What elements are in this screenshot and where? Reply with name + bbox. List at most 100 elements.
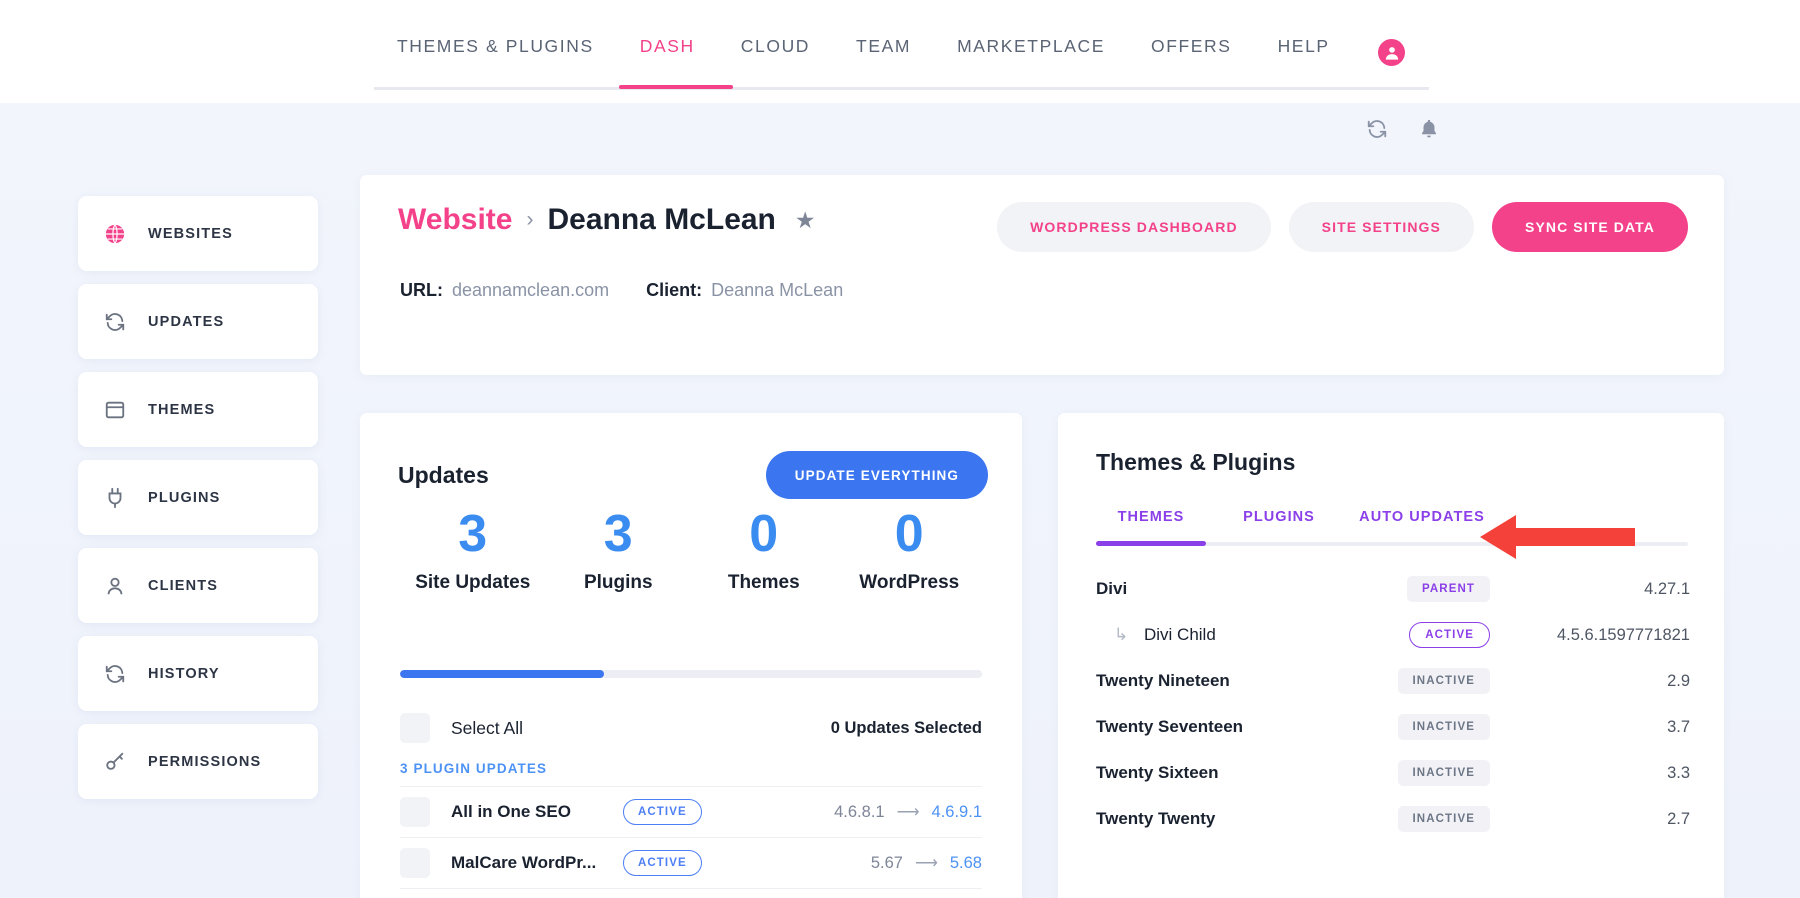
status-badge: ACTIVE <box>623 850 702 876</box>
update-everything-button[interactable]: UPDATE EVERYTHING <box>765 451 988 499</box>
status-badge: INACTIVE <box>1397 714 1490 740</box>
user-circle-icon[interactable] <box>1378 39 1405 66</box>
nav-item-offers[interactable]: OFFERS <box>1128 36 1255 57</box>
status-badge: INACTIVE <box>1397 760 1490 786</box>
theme-version: 4.27.1 <box>1644 579 1690 598</box>
site-header-card: Website › Deanna McLean ★ URL: deannamcl… <box>360 175 1724 375</box>
version-new: 5.68 <box>949 853 982 872</box>
nav-item-cloud[interactable]: CLOUD <box>718 36 833 57</box>
version-change: 4.6.8.1 ⟶ 4.6.9.1 <box>834 802 982 822</box>
tab-themes[interactable]: THEMES <box>1096 509 1206 540</box>
status-badge: INACTIVE <box>1397 806 1490 832</box>
updates-progress-fill <box>400 670 604 678</box>
status-badge: ACTIVE <box>1409 622 1490 648</box>
status-badge: ACTIVE <box>623 799 702 825</box>
sidebar-label-themes: THEMES <box>148 401 216 418</box>
wordpress-dashboard-button[interactable]: WORDPRESS DASHBOARD <box>997 202 1271 252</box>
stat-plugins: 3 Plugins <box>546 507 692 594</box>
nav-item-marketplace[interactable]: MARKETPLACE <box>934 36 1128 57</box>
plugin-name: All in One SEO <box>451 802 571 821</box>
sidebar-item-history[interactable]: HISTORY <box>78 636 318 711</box>
nav-item-themes-plugins[interactable]: THEMES & PLUGINS <box>374 36 617 57</box>
theme-name: Twenty Nineteen <box>1096 671 1230 690</box>
plugin-updates-section-label: 3 PLUGIN UPDATES <box>400 761 548 776</box>
sidebar-label-websites: WEBSITES <box>148 225 233 242</box>
site-client-label: Client: <box>646 280 703 300</box>
updates-progress-bar <box>400 670 982 678</box>
version-old: 4.6.8.1 <box>834 802 885 821</box>
site-action-buttons: WORDPRESS DASHBOARD SITE SETTINGS SYNC S… <box>997 202 1688 252</box>
nav-item-team[interactable]: TEAM <box>833 36 934 57</box>
stat-site-updates: 3 Site Updates <box>400 507 546 594</box>
refresh-icon <box>104 311 126 333</box>
tab-active-indicator <box>1096 541 1206 546</box>
stat-themes: 0 Themes <box>691 507 837 594</box>
row-checkbox[interactable] <box>400 797 430 827</box>
selected-count-label: 0 Updates Selected <box>830 718 982 737</box>
site-url-value[interactable]: deannamclean.com <box>452 280 609 301</box>
arrow-right-icon: ⟶ <box>896 804 920 821</box>
sidebar-item-updates[interactable]: UPDATES <box>78 284 318 359</box>
table-row[interactable]: MalCare WordPr... ACTIVE 5.67 ⟶ 5.68 <box>400 837 982 888</box>
sidebar-item-plugins[interactable]: PLUGINS <box>78 460 318 535</box>
table-row[interactable]: Twenty Twenty INACTIVE 2.7 <box>1096 796 1690 842</box>
sidebar-item-themes[interactable]: THEMES <box>78 372 318 447</box>
sidebar-label-permissions: PERMISSIONS <box>148 753 262 770</box>
theme-list: Divi PARENT 4.27.1 ↳ Divi Child ACTIVE 4… <box>1096 566 1690 842</box>
star-icon[interactable]: ★ <box>795 207 816 234</box>
top-navigation-bar: THEMES & PLUGINS DASH CLOUD TEAM MARKETP… <box>0 0 1800 103</box>
key-icon <box>104 751 126 773</box>
site-client-value: Deanna McLean <box>711 280 844 300</box>
sidebar: WEBSITES UPDATES THEMES PLUGINS CLIENTS <box>78 196 318 799</box>
theme-version: 2.7 <box>1667 809 1690 828</box>
sidebar-item-websites[interactable]: WEBSITES <box>78 196 318 271</box>
select-all-label: Select All <box>451 717 523 738</box>
table-row[interactable]: ↳ Divi Child ACTIVE 4.5.6.1597771821 <box>1096 612 1690 658</box>
sidebar-item-permissions[interactable]: PERMISSIONS <box>78 724 318 799</box>
stat-label: Themes <box>727 571 800 593</box>
stat-value: 3 <box>603 505 633 563</box>
badge-wrap: INACTIVE <box>1397 806 1490 832</box>
tab-auto-updates[interactable]: AUTO UPDATES <box>1346 509 1498 540</box>
stat-label: WordPress <box>859 571 960 593</box>
table-row[interactable]: Twenty Seventeen INACTIVE 3.7 <box>1096 704 1690 750</box>
stat-value: 3 <box>458 505 488 563</box>
theme-name: Divi Child <box>1144 625 1216 644</box>
site-url-label: URL: <box>400 280 443 300</box>
tab-plugins[interactable]: PLUGINS <box>1224 509 1334 540</box>
table-row[interactable]: All in One SEO ACTIVE 4.6.8.1 ⟶ 4.6.9.1 <box>400 786 982 837</box>
annotation-arrow-icon <box>1480 515 1635 559</box>
version-new: 4.6.9.1 <box>931 802 982 821</box>
page-title: Deanna McLean <box>547 203 776 236</box>
row-checkbox[interactable] <box>400 848 430 878</box>
breadcrumb-website-link[interactable]: Website <box>398 203 512 237</box>
table-row[interactable]: Twenty Nineteen INACTIVE 2.9 <box>1096 658 1690 704</box>
sync-site-data-button[interactable]: SYNC SITE DATA <box>1492 202 1688 252</box>
site-settings-button[interactable]: SITE SETTINGS <box>1288 202 1474 252</box>
site-url-group: URL: deannamclean.com <box>400 280 609 301</box>
theme-version: 3.7 <box>1667 717 1690 736</box>
bell-icon[interactable] <box>1418 118 1440 140</box>
version-old: 5.67 <box>870 853 903 872</box>
theme-name: Twenty Twenty <box>1096 809 1216 828</box>
theme-version: 3.3 <box>1667 763 1690 782</box>
breadcrumb-separator: › <box>526 208 534 231</box>
plug-icon <box>104 487 126 509</box>
select-all-checkbox[interactable] <box>400 713 430 743</box>
badge-wrap: INACTIVE <box>1397 668 1490 694</box>
sidebar-label-clients: CLIENTS <box>148 577 219 594</box>
nav-item-help[interactable]: HELP <box>1255 36 1353 57</box>
window-icon <box>104 399 126 421</box>
stat-label: Plugins <box>583 571 653 593</box>
refresh-icon[interactable] <box>1366 118 1388 140</box>
nav-item-dash[interactable]: DASH <box>617 36 718 57</box>
updates-stats: 3 Site Updates 3 Plugins 0 Themes 0 Word… <box>400 507 982 594</box>
select-all-row: Select All 0 Updates Selected <box>400 705 982 751</box>
table-row[interactable]: Twenty Sixteen INACTIVE 3.3 <box>1096 750 1690 796</box>
table-row[interactable]: Divi PARENT 4.27.1 <box>1096 566 1690 612</box>
nav-underline-track <box>374 87 1429 90</box>
theme-version: 2.9 <box>1667 671 1690 690</box>
sidebar-item-clients[interactable]: CLIENTS <box>78 548 318 623</box>
theme-name: Divi <box>1096 579 1128 598</box>
app-root: THEMES & PLUGINS DASH CLOUD TEAM MARKETP… <box>0 0 1800 898</box>
